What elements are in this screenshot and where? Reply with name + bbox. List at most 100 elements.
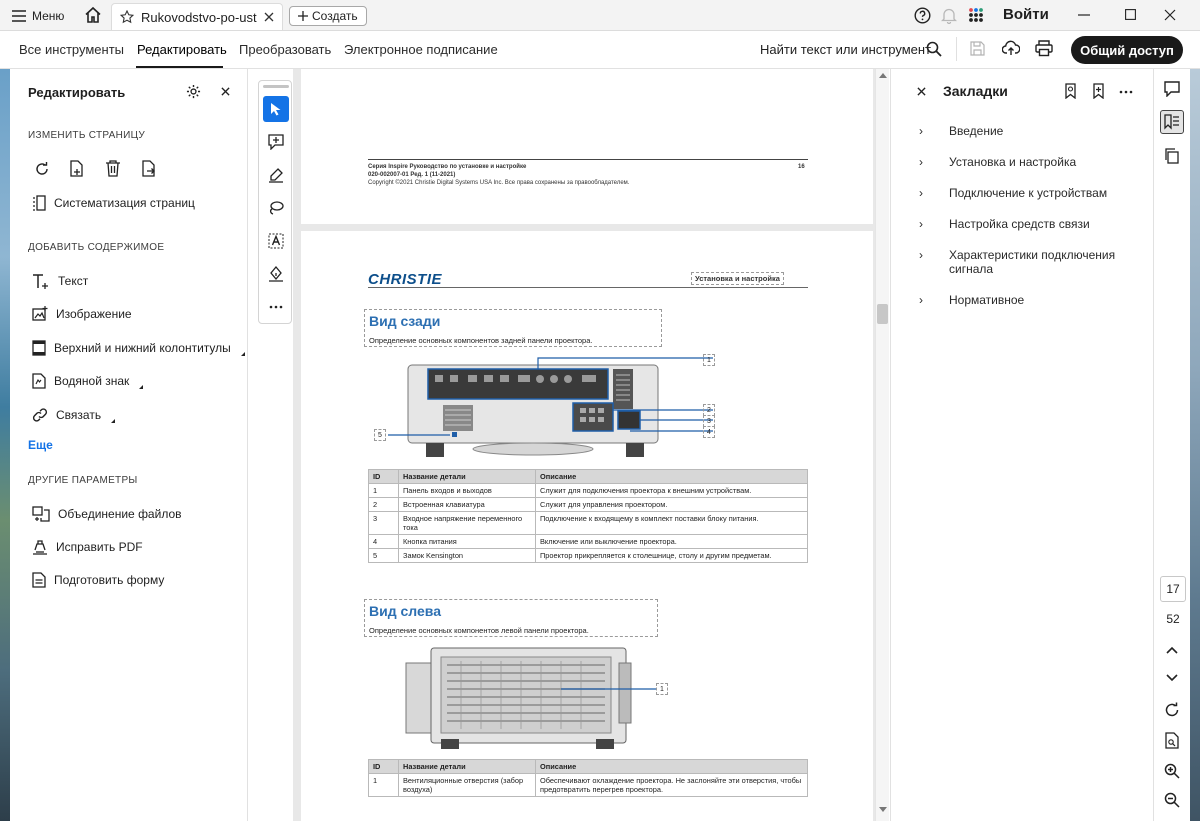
rotate-icon xyxy=(36,162,48,175)
close-window-button[interactable] xyxy=(1164,9,1176,21)
bookmark-item[interactable]: › Подключение к устройствам xyxy=(919,186,1144,200)
panel-title: Редактировать xyxy=(28,85,126,100)
menu-button[interactable]: Меню xyxy=(12,0,64,31)
drag-handle[interactable] xyxy=(263,85,289,88)
tab-all-tools[interactable]: Все инструменты xyxy=(19,42,124,57)
more-icon xyxy=(1119,90,1133,94)
chevron-right-icon[interactable]: › xyxy=(919,155,929,169)
rotate-view-button[interactable] xyxy=(1160,698,1184,722)
document-viewer[interactable]: Серия Inspire Руководство по установке и… xyxy=(293,69,875,821)
scroll-down-arrow[interactable] xyxy=(879,807,887,812)
minimize-button[interactable] xyxy=(1078,14,1090,16)
active-tab-indicator xyxy=(136,66,223,68)
header-footer-label: Верхний и нижний колонтитулы xyxy=(54,341,231,355)
bookmark-search-icon xyxy=(1065,83,1076,99)
find-tool-label[interactable]: Найти текст или инструмент xyxy=(760,42,931,57)
tab-convert[interactable]: Преобразовать xyxy=(239,42,331,57)
header-footer-item[interactable]: Верхний и нижний колонтитулы xyxy=(32,340,245,356)
scroll-thumb[interactable] xyxy=(877,304,888,324)
zoom-out-button[interactable] xyxy=(1160,788,1184,812)
bookmarks-button[interactable] xyxy=(1160,110,1184,134)
cell-description: Включение или выключение проектора. xyxy=(535,534,808,549)
bookmarks-close-button[interactable] xyxy=(917,87,926,96)
share-button[interactable]: Общий доступ xyxy=(1071,36,1183,64)
bookmarks-more-button[interactable] xyxy=(1119,90,1133,94)
left-view-heading-box: Вид слева Определение основных компонент… xyxy=(364,599,658,637)
zoom-in-button[interactable] xyxy=(1160,759,1184,783)
select-tool-button[interactable] xyxy=(263,96,289,122)
rotate-page-button[interactable] xyxy=(34,161,50,177)
cell-part: Замок Kensington xyxy=(398,548,536,563)
bookmark-item[interactable]: › Введение xyxy=(919,124,1144,138)
chevron-right-icon[interactable]: › xyxy=(919,124,929,138)
more-tools-button[interactable] xyxy=(263,294,289,320)
chevron-right-icon[interactable]: › xyxy=(919,217,929,231)
cell-id: 4 xyxy=(368,534,399,549)
home-button[interactable] xyxy=(84,6,102,24)
chevron-right-icon[interactable]: › xyxy=(919,248,929,276)
tab-e-sign[interactable]: Электронное подписание xyxy=(344,42,498,57)
callout-5: 5 xyxy=(374,429,386,441)
combine-files-label: Объединение файлов xyxy=(58,507,182,521)
document-scrollbar[interactable] xyxy=(875,69,889,821)
combine-files-item[interactable]: Объединение файлов xyxy=(32,506,182,522)
chevron-right-icon[interactable]: › xyxy=(919,293,929,307)
previous-page-button[interactable] xyxy=(1160,638,1184,662)
link-item[interactable]: Связать xyxy=(32,407,116,423)
add-text-item[interactable]: Текст xyxy=(32,273,88,289)
text-box-tool-button[interactable] xyxy=(263,228,289,254)
delete-page-button[interactable] xyxy=(105,160,121,177)
add-comment-tool-button[interactable] xyxy=(263,129,289,155)
watermark-item[interactable]: Водяной знак xyxy=(32,373,144,389)
insert-page-icon xyxy=(70,160,83,177)
maximize-button[interactable] xyxy=(1125,9,1136,20)
cell-part: Кнопка питания xyxy=(398,534,536,549)
document-tab[interactable]: Rukovodstvo-po-ust... xyxy=(111,3,283,30)
bookmark-list-icon xyxy=(1164,114,1179,130)
chevron-up-icon xyxy=(1166,646,1178,654)
highlight-tool-button[interactable] xyxy=(263,162,289,188)
add-bookmark-from-selection-button[interactable] xyxy=(1064,83,1078,99)
bookmark-item[interactable]: › Настройка средств связи xyxy=(919,217,1144,231)
panel-close-button[interactable] xyxy=(221,87,230,96)
page-thumbnails-button[interactable] xyxy=(1160,144,1184,168)
sign-tool-button[interactable] xyxy=(263,261,289,287)
chevron-right-icon[interactable]: › xyxy=(919,186,929,200)
page-info-button[interactable] xyxy=(1160,728,1184,752)
notifications-button[interactable] xyxy=(941,7,957,24)
create-label: Создать xyxy=(312,9,358,23)
scroll-up-arrow[interactable] xyxy=(879,73,887,78)
organize-pages-item[interactable]: Систематизация страниц xyxy=(32,195,195,211)
bookmark-item[interactable]: › Характеристики подключения сигнала xyxy=(919,248,1144,276)
help-button[interactable] xyxy=(914,7,931,24)
create-button[interactable]: Создать xyxy=(289,6,367,26)
insert-page-button[interactable] xyxy=(69,160,85,178)
upload-button[interactable] xyxy=(1002,40,1020,56)
text-icon xyxy=(33,274,48,289)
current-page-input[interactable]: 17 xyxy=(1160,576,1186,602)
rear-view-heading-box: Вид сзади Определение основных компонент… xyxy=(364,309,662,347)
fix-pdf-item[interactable]: Исправить PDF xyxy=(32,539,143,555)
close-icon[interactable] xyxy=(264,12,274,22)
print-button[interactable] xyxy=(1035,40,1053,57)
bookmark-item[interactable]: › Нормативное xyxy=(919,293,1144,307)
more-link[interactable]: Еще xyxy=(28,438,53,452)
save-button[interactable] xyxy=(970,41,985,56)
next-page-button[interactable] xyxy=(1160,666,1184,690)
link-icon xyxy=(32,408,48,422)
cell-part: Панель входов и выходов xyxy=(398,483,536,498)
apps-button[interactable] xyxy=(968,7,984,23)
draw-tool-button[interactable] xyxy=(263,195,289,221)
bookmark-item[interactable]: › Установка и настройка xyxy=(919,155,1144,169)
prepare-form-item[interactable]: Подготовить форму xyxy=(32,572,164,588)
new-bookmark-button[interactable] xyxy=(1092,83,1106,99)
comments-button[interactable] xyxy=(1160,77,1184,101)
login-button[interactable]: Войти xyxy=(1003,6,1049,23)
tab-edit[interactable]: Редактировать xyxy=(137,42,227,57)
bookmark-label: Нормативное xyxy=(949,293,1025,307)
extract-page-button[interactable] xyxy=(141,160,157,178)
find-button[interactable] xyxy=(926,41,942,57)
panel-settings-button[interactable] xyxy=(186,84,201,99)
add-image-item[interactable]: Изображение xyxy=(32,306,132,321)
cell-id: 3 xyxy=(368,511,399,535)
